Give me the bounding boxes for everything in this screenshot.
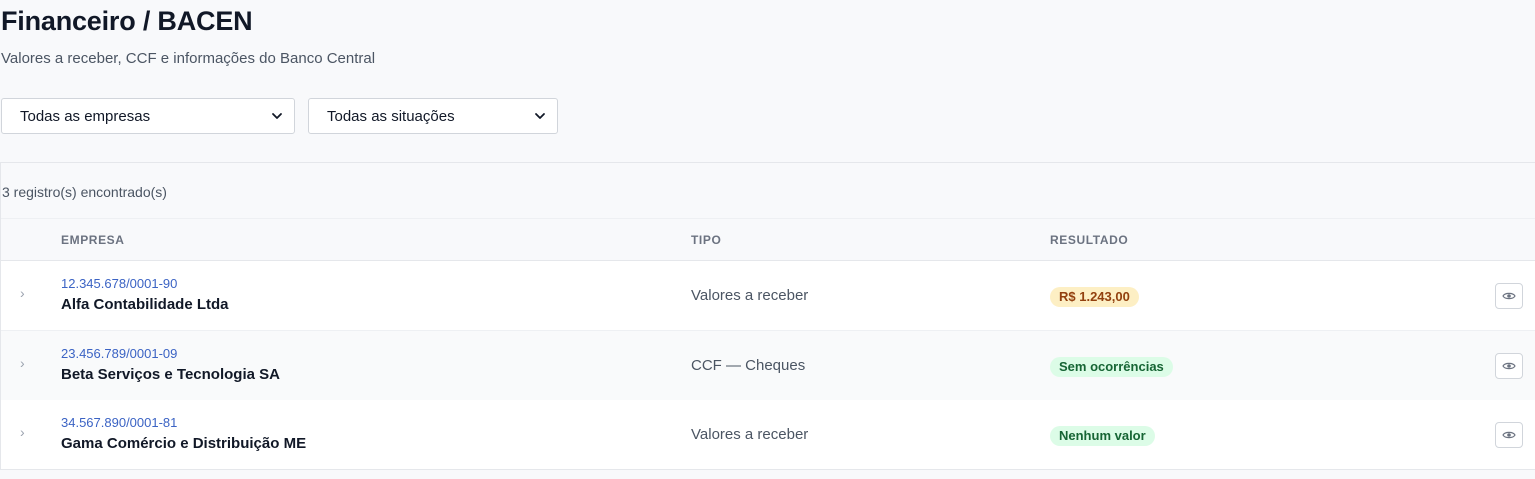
chevron-right-icon[interactable]: › — [20, 285, 25, 301]
table-row[interactable]: › 12.345.678/0001-90 Alfa Contabilidade … — [1, 261, 1535, 331]
row-company-name: Beta Serviços e Tecnologia SA — [61, 366, 280, 383]
view-button[interactable] — [1495, 283, 1523, 309]
chevron-down-icon — [272, 113, 282, 119]
eye-icon — [1502, 292, 1516, 300]
row-type: CCF — Cheques — [691, 357, 806, 374]
results-panel: 3 registro(s) encontrado(s) EMPRESA TIPO… — [0, 162, 1535, 470]
table-row[interactable]: › 34.567.890/0001-81 Gama Comércio e Dis… — [1, 400, 1535, 469]
results-count: 3 registro(s) encontrado(s) — [2, 184, 167, 200]
column-header-empresa: EMPRESA — [61, 233, 125, 247]
row-cnpj[interactable]: 23.456.789/0001-09 — [61, 346, 177, 361]
eye-icon — [1502, 431, 1516, 439]
row-cnpj[interactable]: 34.567.890/0001-81 — [61, 415, 177, 430]
view-button[interactable] — [1495, 353, 1523, 379]
company-filter-value: Todas as empresas — [20, 107, 151, 125]
row-company-name: Alfa Contabilidade Ltda — [61, 296, 229, 313]
column-header-tipo: TIPO — [691, 233, 722, 247]
eye-icon — [1502, 362, 1516, 370]
page-title: Financeiro / BACEN — [1, 6, 253, 36]
row-type: Valores a receber — [691, 287, 809, 304]
column-header-resultado: RESULTADO — [1050, 233, 1129, 247]
table-row[interactable]: › 23.456.789/0001-09 Beta Serviços e Tec… — [1, 331, 1535, 401]
status-filter-value: Todas as situações — [327, 107, 455, 125]
status-filter-select[interactable]: Todas as situações — [308, 98, 558, 134]
chevron-right-icon[interactable]: › — [20, 424, 25, 440]
chevron-right-icon[interactable]: › — [20, 355, 25, 371]
chevron-down-icon — [535, 113, 545, 119]
page-subtitle: Valores a receber, CCF e informações do … — [1, 50, 376, 67]
result-badge: Nenhum valor — [1050, 426, 1155, 446]
row-cnpj[interactable]: 12.345.678/0001-90 — [61, 276, 177, 291]
table-header: EMPRESA TIPO RESULTADO — [1, 219, 1535, 261]
company-filter-select[interactable]: Todas as empresas — [1, 98, 295, 134]
result-badge: R$ 1.243,00 — [1050, 287, 1139, 307]
view-button[interactable] — [1495, 422, 1523, 448]
results-count-bar: 3 registro(s) encontrado(s) — [1, 163, 1535, 219]
result-badge: Sem ocorrências — [1050, 357, 1173, 377]
row-type: Valores a receber — [691, 426, 809, 443]
row-company-name: Gama Comércio e Distribuição ME — [61, 435, 307, 452]
